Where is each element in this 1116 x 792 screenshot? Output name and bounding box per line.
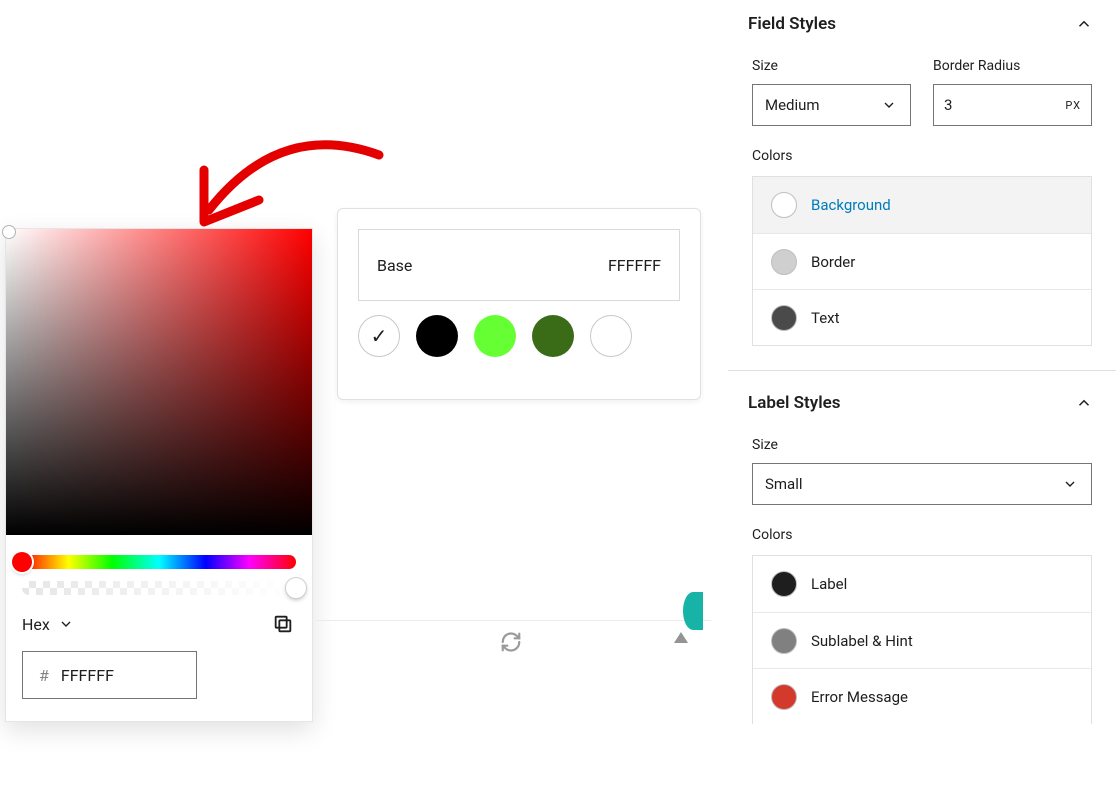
refresh-button[interactable] bbox=[498, 629, 524, 655]
chevron-down-icon bbox=[1061, 475, 1079, 493]
color-picker: Hex # FFFFFF bbox=[5, 228, 313, 722]
field-styles-body: Size Medium Border Radius 3 PX bbox=[728, 58, 1116, 346]
colors-label: Colors bbox=[752, 527, 1092, 543]
size-label: Size bbox=[752, 58, 911, 74]
color-label: Text bbox=[811, 309, 840, 327]
base-value: FFFFFF bbox=[608, 256, 661, 275]
base-color-field[interactable]: Base FFFFFF bbox=[358, 229, 680, 301]
base-label: Base bbox=[377, 256, 412, 275]
color-row-error[interactable]: Error Message bbox=[753, 668, 1091, 724]
check-icon: ✓ bbox=[371, 324, 388, 348]
copy-icon bbox=[272, 613, 294, 635]
swatch-none[interactable]: ✓ bbox=[358, 315, 400, 357]
chevron-down-icon bbox=[880, 96, 898, 114]
color-label: Sublabel & Hint bbox=[811, 632, 913, 650]
swatch-text bbox=[771, 305, 797, 331]
color-label: Error Message bbox=[811, 688, 908, 706]
alpha-slider[interactable] bbox=[22, 581, 296, 595]
color-row-background[interactable]: Background bbox=[753, 177, 1091, 233]
section-title: Field Styles bbox=[748, 14, 836, 34]
base-color-card: Base FFFFFF ✓ bbox=[337, 208, 701, 400]
swatch-black[interactable] bbox=[416, 315, 458, 357]
settings-panel: Field Styles Size Medium Border Radiu bbox=[728, 0, 1116, 792]
color-row-border[interactable]: Border bbox=[753, 233, 1091, 289]
swatch-lime[interactable] bbox=[474, 315, 516, 357]
app-stage: Field Styles Size Medium Border Radiu bbox=[0, 0, 1116, 792]
copy-color-button[interactable] bbox=[270, 611, 296, 637]
colors-label: Colors bbox=[752, 148, 1092, 164]
swatch-label bbox=[771, 571, 797, 597]
color-label: Background bbox=[811, 196, 891, 214]
label-colors-list: Label Sublabel & Hint Error Message bbox=[752, 555, 1092, 724]
swatch-darkgreen[interactable] bbox=[532, 315, 574, 357]
color-label: Border bbox=[811, 253, 855, 271]
hex-prefix: # bbox=[39, 666, 49, 685]
swatch-error bbox=[771, 684, 797, 710]
hex-input[interactable]: # FFFFFF bbox=[22, 651, 197, 699]
saturation-handle[interactable] bbox=[2, 225, 16, 239]
help-beacon-peek[interactable] bbox=[683, 592, 703, 630]
size-select[interactable]: Medium bbox=[752, 84, 911, 126]
saturation-value-area[interactable] bbox=[6, 229, 312, 535]
swatch-background bbox=[771, 192, 797, 218]
border-radius-unit: PX bbox=[1065, 99, 1081, 112]
hue-handle[interactable] bbox=[12, 552, 32, 572]
refresh-icon bbox=[500, 631, 522, 653]
color-row-sublabel[interactable]: Sublabel & Hint bbox=[753, 612, 1091, 668]
chevron-up-icon bbox=[1072, 12, 1096, 36]
swatch-white[interactable] bbox=[590, 315, 632, 357]
color-label: Label bbox=[811, 575, 847, 593]
section-field-styles-header[interactable]: Field Styles bbox=[728, 0, 1116, 48]
section-label-styles-header[interactable]: Label Styles bbox=[728, 379, 1116, 427]
color-format-select[interactable]: Hex bbox=[22, 615, 74, 634]
chevron-up-icon bbox=[1072, 391, 1096, 415]
label-styles-body: Size Small Colors Label Sublabel & Hint bbox=[728, 437, 1116, 724]
swatch-sublabel bbox=[771, 628, 797, 654]
hue-slider[interactable] bbox=[22, 555, 296, 569]
color-format-value: Hex bbox=[22, 615, 50, 634]
panel-divider bbox=[728, 370, 1116, 371]
section-title: Label Styles bbox=[748, 393, 841, 413]
size-label: Size bbox=[752, 437, 1092, 453]
border-radius-input[interactable]: 3 PX bbox=[933, 84, 1092, 126]
label-size-value: Small bbox=[765, 475, 803, 493]
collapse-up-icon[interactable] bbox=[674, 632, 688, 643]
border-radius-value: 3 bbox=[944, 96, 952, 114]
field-colors-list: Background Border Text bbox=[752, 176, 1092, 346]
base-swatch-row: ✓ bbox=[358, 315, 680, 357]
label-size-select[interactable]: Small bbox=[752, 463, 1092, 505]
border-radius-label: Border Radius bbox=[933, 58, 1092, 74]
chevron-down-icon bbox=[58, 616, 74, 632]
size-value: Medium bbox=[765, 96, 820, 114]
content-divider bbox=[316, 620, 711, 621]
color-row-text[interactable]: Text bbox=[753, 289, 1091, 345]
hex-value: FFFFFF bbox=[61, 666, 114, 685]
color-row-label[interactable]: Label bbox=[753, 556, 1091, 612]
alpha-handle[interactable] bbox=[286, 578, 306, 598]
swatch-border bbox=[771, 249, 797, 275]
